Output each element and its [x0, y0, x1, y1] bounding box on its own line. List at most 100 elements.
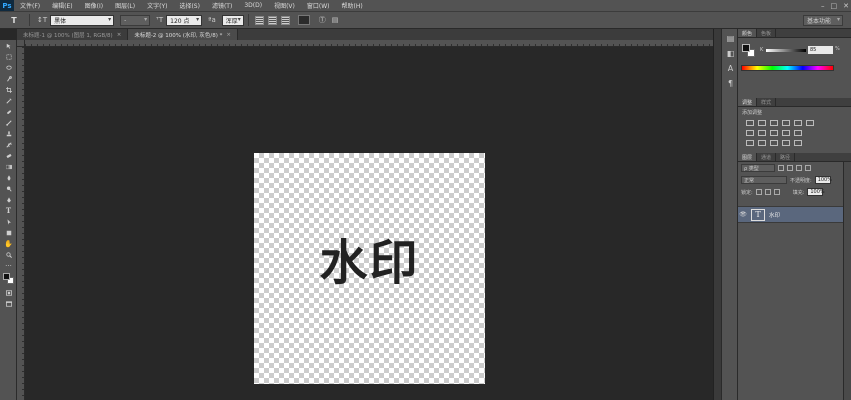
- eraser-tool-icon[interactable]: [0, 150, 17, 161]
- gradient-map-icon[interactable]: [794, 140, 802, 146]
- screen-mode-icon[interactable]: [0, 298, 17, 309]
- more-tools-icon[interactable]: ···: [0, 260, 17, 271]
- menu-view[interactable]: 视图(V): [268, 1, 301, 10]
- canvas-area[interactable]: 水印: [25, 47, 713, 400]
- fill-input[interactable]: 100%: [807, 188, 825, 196]
- curves-icon[interactable]: [770, 120, 778, 126]
- menu-help[interactable]: 帮助(H): [336, 1, 369, 10]
- vertical-ruler[interactable]: [17, 47, 25, 400]
- lock-position-icon[interactable]: [764, 189, 771, 195]
- layer-filter-kind[interactable]: ρ 类型: [741, 164, 775, 172]
- document-canvas[interactable]: 水印: [254, 153, 485, 384]
- align-center-icon[interactable]: [267, 15, 277, 25]
- zoom-tool-icon[interactable]: [0, 249, 17, 260]
- font-style-select[interactable]: -: [120, 14, 151, 26]
- close-icon[interactable]: ×: [117, 32, 122, 38]
- workspace-select[interactable]: 基本功能: [803, 15, 843, 26]
- clone-stamp-tool-icon[interactable]: [0, 128, 17, 139]
- menu-file[interactable]: 文件(F): [14, 1, 46, 10]
- vibrance-icon[interactable]: [794, 120, 802, 126]
- tab-channels[interactable]: 通道: [757, 153, 777, 161]
- brightness-icon[interactable]: [746, 120, 754, 126]
- blur-tool-icon[interactable]: [0, 172, 17, 183]
- tab-paths[interactable]: 路径: [776, 153, 796, 161]
- warp-text-icon[interactable]: Ⓣ: [319, 15, 326, 25]
- ruler-origin[interactable]: [17, 40, 25, 47]
- menu-3d[interactable]: 3D(D): [238, 2, 268, 9]
- properties-panel-icon[interactable]: ◧: [723, 47, 738, 59]
- brush-tool-icon[interactable]: [0, 117, 17, 128]
- text-color-swatch[interactable]: [297, 15, 310, 25]
- levels-icon[interactable]: [758, 120, 766, 126]
- visibility-eye-icon[interactable]: 👁︎: [738, 211, 748, 218]
- align-right-icon[interactable]: [280, 15, 290, 25]
- menu-layer[interactable]: 图层(L): [109, 1, 141, 10]
- menu-window[interactable]: 窗口(W): [301, 1, 336, 10]
- font-size-select[interactable]: 120 点: [166, 14, 203, 26]
- vertical-scrollbar[interactable]: [713, 29, 721, 400]
- type-filter-icon[interactable]: [796, 165, 802, 171]
- color-swatches[interactable]: [0, 271, 16, 287]
- menu-edit[interactable]: 编辑(E): [46, 1, 78, 10]
- type-tool-icon[interactable]: T: [0, 205, 17, 216]
- tab-styles[interactable]: 样式: [757, 98, 777, 106]
- k-channel-slider[interactable]: [766, 49, 806, 52]
- history-panel-icon[interactable]: ▤: [723, 32, 738, 44]
- gradient-tool-icon[interactable]: [0, 161, 17, 172]
- selective-color-icon[interactable]: [782, 140, 790, 146]
- menu-select[interactable]: 选择(S): [173, 1, 206, 10]
- lasso-tool-icon[interactable]: [0, 62, 17, 73]
- pixel-filter-icon[interactable]: [778, 165, 784, 171]
- tab-swatches[interactable]: 色板: [757, 29, 777, 37]
- shape-filter-icon[interactable]: [805, 165, 811, 171]
- history-brush-tool-icon[interactable]: [0, 139, 17, 150]
- crop-tool-icon[interactable]: [0, 84, 17, 95]
- foreground-color[interactable]: [3, 273, 10, 280]
- path-selection-tool-icon[interactable]: [0, 216, 17, 227]
- quick-mask-icon[interactable]: [0, 287, 17, 298]
- k-channel-input[interactable]: 85: [808, 46, 833, 54]
- tab-color[interactable]: 颜色: [738, 29, 758, 37]
- pen-tool-icon[interactable]: [0, 194, 17, 205]
- antialias-select[interactable]: 浑厚: [221, 14, 244, 26]
- quick-select-tool-icon[interactable]: [0, 73, 17, 84]
- horizontal-ruler[interactable]: [25, 40, 713, 47]
- black-white-icon[interactable]: [758, 130, 766, 136]
- tab-adjustments[interactable]: 调整: [738, 98, 758, 106]
- channel-mixer-icon[interactable]: [782, 130, 790, 136]
- layer-name[interactable]: 水印: [769, 211, 780, 219]
- exposure-icon[interactable]: [782, 120, 790, 126]
- hue-saturation-icon[interactable]: [806, 120, 814, 126]
- threshold-icon[interactable]: [770, 140, 778, 146]
- menu-image[interactable]: 图像(I): [79, 1, 109, 10]
- minimize-icon[interactable]: –: [821, 2, 825, 10]
- invert-icon[interactable]: [746, 140, 754, 146]
- text-orientation-icon[interactable]: ↕T: [37, 16, 47, 24]
- blend-mode-select[interactable]: 正常: [741, 176, 787, 184]
- dodge-tool-icon[interactable]: [0, 183, 17, 194]
- watermark-text[interactable]: 水印: [254, 223, 485, 293]
- character-panel-icon[interactable]: ▤: [332, 16, 339, 24]
- font-family-select[interactable]: 黑体: [50, 14, 115, 26]
- eyedropper-tool-icon[interactable]: [0, 95, 17, 106]
- foreground-color[interactable]: [742, 44, 750, 52]
- close-icon[interactable]: ✕: [843, 2, 849, 10]
- layers-scrollbar[interactable]: [843, 162, 851, 400]
- color-balance-icon[interactable]: [746, 130, 754, 136]
- shape-tool-icon[interactable]: [0, 227, 17, 238]
- hand-tool-icon[interactable]: ✋: [0, 238, 17, 249]
- posterize-icon[interactable]: [758, 140, 766, 146]
- layer-row-watermark[interactable]: 👁︎ T 水印: [738, 206, 843, 223]
- photo-filter-icon[interactable]: [770, 130, 778, 136]
- restore-icon[interactable]: □: [831, 2, 838, 10]
- paragraph-panel-icon[interactable]: ¶: [723, 77, 738, 89]
- tab-document-1[interactable]: 未标题-1 @ 100% (图层 1, RGB/8) ×: [17, 29, 129, 40]
- close-icon[interactable]: ×: [226, 32, 231, 38]
- lock-all-icon[interactable]: [773, 189, 780, 195]
- align-left-icon[interactable]: [254, 15, 264, 25]
- tool-preset-picker[interactable]: T: [3, 13, 25, 27]
- tab-document-2[interactable]: 未标题-2 @ 100% (水印, 灰色/8) * ×: [128, 29, 239, 40]
- color-spectrum[interactable]: [741, 65, 834, 71]
- tab-layers[interactable]: 图层: [738, 153, 758, 161]
- color-lookup-icon[interactable]: [794, 130, 802, 136]
